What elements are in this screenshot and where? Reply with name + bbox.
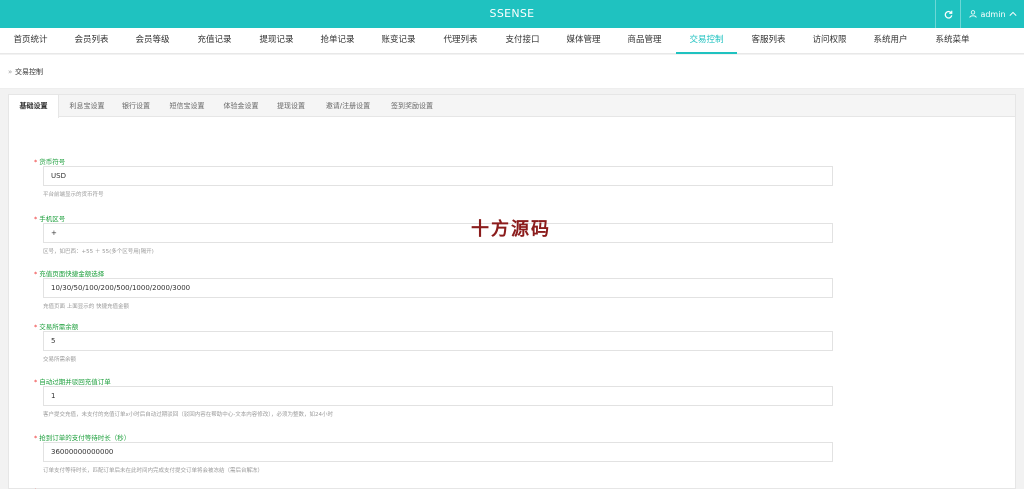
required-mark: * [34, 434, 38, 442]
tab-trial-fund-settings[interactable]: 体验金设置 [215, 95, 267, 117]
tab-withdraw-settings[interactable]: 提现设置 [270, 95, 312, 117]
user-name: admin [980, 9, 1006, 19]
tab-invite-register-settings[interactable]: 邀请/注册设置 [315, 95, 381, 117]
field-help: 区号，如巴西：+55 ＋ 55(多个区号用|隔开) [43, 249, 154, 255]
field-label: * 抢到订单的支付等待时长（秒） [34, 434, 131, 442]
nav-item-recharge-records[interactable]: 充值记录 [184, 28, 245, 54]
tab-checkin-reward-settings[interactable]: 签到奖励设置 [383, 95, 441, 117]
breadcrumb-arrow-icon: » [8, 68, 13, 76]
tab-interest-settings[interactable]: 利息宝设置 [61, 95, 113, 117]
payment-wait-time-input[interactable]: 36000000000000 [43, 442, 833, 462]
required-mark: * [34, 378, 38, 386]
field-label: * 充值页面快捷金额选择 [34, 270, 105, 278]
nav-item-product-management[interactable]: 商品管理 [614, 28, 675, 54]
nav-item-access-permissions[interactable]: 访问权限 [799, 28, 860, 54]
user-icon [969, 10, 978, 18]
watermark-text: 十方源码 [471, 219, 551, 240]
recharge-quick-amounts-input[interactable]: 10/30/50/100/200/500/1000/2000/3000 [43, 278, 833, 298]
nav-item-trade-control[interactable]: 交易控制 [676, 28, 737, 54]
settings-tabs: 基础设置 利息宝设置 银行设置 短信宝设置 体验金设置 提现设置 邀请/注册设置… [9, 95, 1015, 118]
main-nav: 首页统计 会员列表 会员等级 充值记录 提现记录 抢单记录 账变记录 代理列表 … [0, 28, 1024, 54]
field-label: * 货币符号 [34, 158, 66, 166]
nav-item-media-management[interactable]: 媒体管理 [553, 28, 614, 54]
nav-item-customer-service-list[interactable]: 客服列表 [738, 28, 799, 54]
field-help: 平台前端显示的货币符号 [43, 192, 104, 198]
breadcrumb-current: 交易控制 [15, 68, 43, 76]
nav-item-member-level[interactable]: 会员等级 [122, 28, 183, 54]
required-mark: * [34, 215, 38, 223]
nav-item-withdraw-records[interactable]: 提现记录 [246, 28, 307, 54]
nav-item-payment-interface[interactable]: 支付接口 [492, 28, 553, 54]
tab-basic-settings[interactable]: 基础设置 [9, 95, 59, 118]
field-label: * 自动过期并驳回充值订单 [34, 378, 111, 386]
required-mark: * [34, 270, 38, 278]
tab-bank-settings[interactable]: 银行设置 [115, 95, 157, 117]
chevron-up-icon [1008, 11, 1017, 16]
refresh-icon [944, 10, 952, 19]
tab-sms-settings[interactable]: 短信宝设置 [161, 95, 213, 117]
required-mark: * [34, 323, 38, 331]
currency-symbol-input[interactable]: USD [43, 166, 833, 186]
trade-required-balance-input[interactable]: 5 [43, 331, 833, 351]
app-title: SSENSE [489, 7, 535, 20]
settings-panel: 基础设置 利息宝设置 银行设置 短信宝设置 体验金设置 提现设置 邀请/注册设置… [8, 94, 1016, 489]
field-help: 客户提交充值，未支付的充值订单x小时后自动过期驳回（驳回内容在帮助中心-文本内容… [43, 412, 333, 418]
top-bar: SSENSE admin [0, 0, 1024, 28]
nav-item-system-menu[interactable]: 系统菜单 [922, 28, 983, 54]
refresh-button[interactable] [935, 0, 961, 28]
auto-expire-recharge-input[interactable]: 1 [43, 386, 833, 406]
field-label: * 交易所需余额 [34, 323, 79, 331]
field-help: 充值页面 上面显示的 快捷充值金额 [43, 304, 129, 310]
field-help: 订单支付等待时长，匹配订单后未在此时间内完成支付提交订单将会被冻结（需后台解冻） [43, 468, 264, 474]
nav-item-home-stats[interactable]: 首页统计 [0, 28, 61, 54]
phone-area-code-input[interactable]: + [43, 223, 833, 243]
field-label: * 手机区号 [34, 215, 66, 223]
nav-item-member-list[interactable]: 会员列表 [61, 28, 122, 54]
breadcrumb: » 交易控制 [0, 55, 1024, 89]
user-menu[interactable]: admin [962, 0, 1024, 28]
required-mark: * [34, 158, 38, 166]
nav-item-balance-change-records[interactable]: 账变记录 [368, 28, 429, 54]
nav-item-system-users[interactable]: 系统用户 [860, 28, 921, 54]
nav-item-grab-order-records[interactable]: 抢单记录 [307, 28, 368, 54]
field-help: 交易所需余额 [43, 357, 77, 363]
nav-item-agent-list[interactable]: 代理列表 [430, 28, 491, 54]
